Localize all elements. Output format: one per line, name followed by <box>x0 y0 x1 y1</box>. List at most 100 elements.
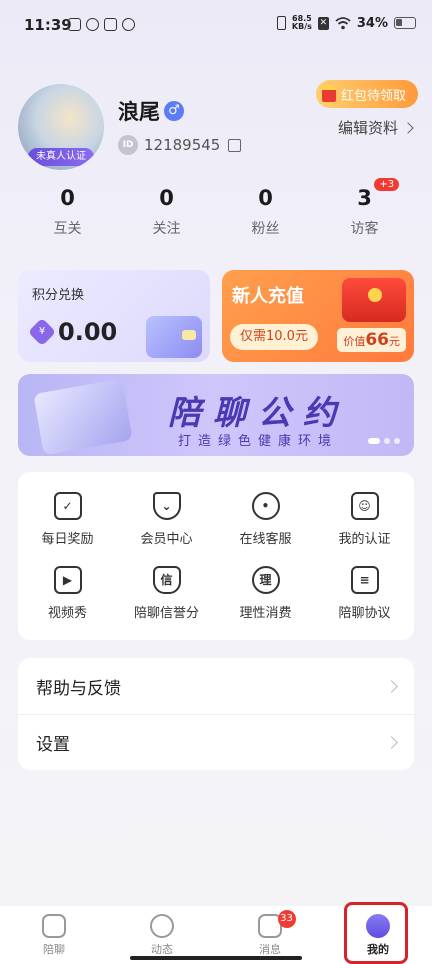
rational-consume-icon: 理 <box>251 565 280 594</box>
vibrate-icon <box>276 16 286 30</box>
feature-grid: ✓ 每日奖励 ⌄ 会员中心 • 在线客服 ☺ 我的认证 ▶ 视频秀 信 陪聊信誉… <box>18 472 414 640</box>
gift-box-icon <box>342 278 406 322</box>
notification-app-icon <box>68 18 81 31</box>
feature-label: 在线客服 <box>239 531 292 547</box>
profile-avatar-icon <box>366 913 390 938</box>
network-speed-unit: KB/s <box>291 22 312 31</box>
list-item-label: 帮助与反馈 <box>36 678 121 699</box>
id-card-icon: ☺ <box>350 491 379 520</box>
nav-label: 消息 <box>259 942 281 956</box>
status-bar: 11:39 68.5 KB/s ✕ 34% <box>0 0 432 50</box>
red-envelope-icon <box>321 86 336 102</box>
list-item-help-feedback[interactable]: 帮助与反馈 <box>18 658 414 714</box>
agreement-doc-icon: ≡ <box>350 565 379 594</box>
system-status: 68.5 KB/s ✕ 34% <box>276 15 416 31</box>
points-exchange-card[interactable]: 积分兑换 ¥ 0.00 <box>18 270 210 362</box>
feature-agreement[interactable]: ≡ 陪聊协议 <box>315 556 414 630</box>
points-coin-icon: ¥ <box>27 317 57 347</box>
feature-rational-consume[interactable]: 理 理性消费 <box>216 556 315 630</box>
nav-label: 陪聊 <box>43 942 65 956</box>
verification-badge: 未真人认证 <box>28 148 94 166</box>
wifi-icon <box>335 16 351 29</box>
stat-label: 访客 <box>350 221 379 237</box>
notification-app-icon <box>104 18 117 31</box>
chevron-right-icon <box>385 679 398 693</box>
network-speed: 68.5 KB/s <box>292 15 312 31</box>
copy-icon[interactable] <box>228 138 242 152</box>
nav-tab-mine[interactable]: 我的 <box>324 906 432 964</box>
stat-value: 3 <box>357 186 372 210</box>
feature-label: 我的认证 <box>338 531 391 547</box>
nav-tab-chat[interactable]: 陪聊 <box>0 906 108 964</box>
stat-fans[interactable]: 0 粉丝 <box>216 186 315 238</box>
notification-icons <box>68 18 135 31</box>
headset-icon: • <box>251 491 280 520</box>
feature-label: 陪聊协议 <box>338 605 391 621</box>
convention-banner[interactable]: 陪聊公约 打造绿色健康环境 <box>18 374 414 456</box>
stat-following[interactable]: 0 关注 <box>117 186 216 238</box>
home-indicator <box>130 956 302 960</box>
male-gender-icon: ♂ <box>164 101 184 121</box>
worth-unit: 元 <box>389 335 400 348</box>
stats-row: 0 互关 0 关注 0 粉丝 3 访客 +3 <box>18 178 414 238</box>
feature-label: 会员中心 <box>140 531 193 547</box>
feature-daily-reward[interactable]: ✓ 每日奖励 <box>18 482 117 556</box>
user-id-row: ID 12189545 <box>118 135 242 155</box>
feature-label: 陪聊信誉分 <box>133 605 199 621</box>
points-balance: 0.00 <box>58 318 118 346</box>
video-play-icon: ▶ <box>53 565 82 594</box>
red-packet-button[interactable]: 红包待领取 <box>315 80 418 108</box>
new-user-recharge-card[interactable]: 新人充值 仅需10.0元 价值66元 <box>222 270 414 362</box>
feature-label: 理性消费 <box>239 605 292 621</box>
points-title: 积分兑换 <box>32 288 85 303</box>
notification-app-icon <box>86 18 99 31</box>
id-icon: ID <box>118 135 138 155</box>
nav-label: 我的 <box>367 942 389 956</box>
feature-member-center[interactable]: ⌄ 会员中心 <box>117 482 216 556</box>
battery-percent: 34% <box>356 15 388 31</box>
shield-credit-icon: 信 <box>152 565 181 594</box>
feature-credit-score[interactable]: 信 陪聊信誉分 <box>117 556 216 630</box>
worth-prefix: 价值 <box>343 335 366 348</box>
red-packet-label: 红包待领取 <box>340 88 406 104</box>
stat-value: 0 <box>159 186 174 210</box>
unread-count-badge: 33 <box>277 910 296 928</box>
carousel-dot <box>394 438 400 444</box>
heart-chat-icon <box>42 913 66 938</box>
feature-video-show[interactable]: ▶ 视频秀 <box>18 556 117 630</box>
carousel-dot-active <box>368 438 380 444</box>
document-pen-illustration-icon <box>33 378 133 456</box>
clipboard-check-icon: ✓ <box>53 491 82 520</box>
banner-title: 陪聊公约 <box>168 393 348 432</box>
carousel-dot <box>384 438 390 444</box>
stat-label: 关注 <box>152 221 181 237</box>
wallet-icon <box>146 316 202 358</box>
worth-tag: 价值66元 <box>337 328 406 352</box>
carousel-indicator <box>368 438 400 444</box>
chevron-right-icon <box>402 121 414 134</box>
avatar[interactable]: 未真人认证 <box>18 84 104 170</box>
nickname: 浪尾 <box>118 100 160 124</box>
edit-profile-link[interactable]: 编辑资料 <box>337 117 414 138</box>
feature-my-verification[interactable]: ☺ 我的认证 <box>315 482 414 556</box>
list-item-settings[interactable]: 设置 <box>18 714 414 770</box>
feature-online-service[interactable]: • 在线客服 <box>216 482 315 556</box>
feature-label: 每日奖励 <box>41 531 94 547</box>
stat-label: 粉丝 <box>251 221 280 237</box>
user-id: 12189545 <box>144 136 221 154</box>
diamond-icon: ⌄ <box>152 491 181 520</box>
stat-visitors[interactable]: 3 访客 +3 <box>315 178 414 238</box>
recharge-price: 仅需10.0元 <box>230 324 318 350</box>
edit-profile-label: 编辑资料 <box>337 119 398 137</box>
stat-mutual-follow[interactable]: 0 互关 <box>18 186 117 238</box>
status-time: 11:39 <box>24 16 72 34</box>
settings-list: 帮助与反馈 设置 <box>18 658 414 770</box>
list-item-label: 设置 <box>36 735 70 755</box>
stat-value: 0 <box>60 186 75 210</box>
planet-icon <box>150 913 174 938</box>
banner-subtitle: 打造绿色健康环境 <box>178 434 339 449</box>
visitor-count-badge: +3 <box>374 178 400 191</box>
notification-app-icon <box>122 18 135 31</box>
battery-icon <box>394 17 416 29</box>
recharge-title: 新人充值 <box>232 286 304 307</box>
